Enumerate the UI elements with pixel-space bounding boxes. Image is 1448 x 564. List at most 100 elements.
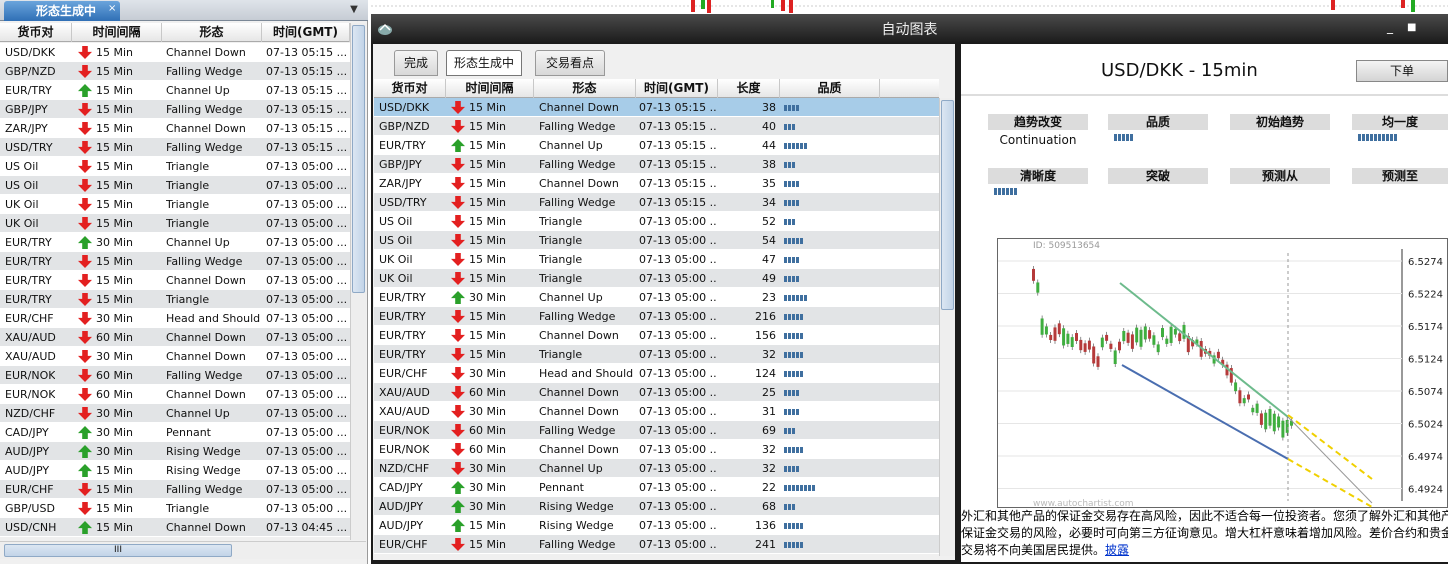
col-header-interval[interactable]: 时间间隔 xyxy=(72,23,162,42)
table-row[interactable]: EUR/TRY 15 Min Falling Wedge 07-13 05:00… xyxy=(374,307,939,326)
table-row[interactable]: AUD/JPY 30 Min Rising Wedge 07-13 05:00 … xyxy=(374,497,939,516)
table-row[interactable]: XAU/AUD 30 Min Channel Down 07-13 05:00 … xyxy=(374,402,939,421)
interval-cell: 60 Min xyxy=(96,331,134,344)
table-row[interactable]: NZD/CHF 30 Min Channel Up 07-13 05:00 ..… xyxy=(0,404,350,423)
col-header-time[interactable]: 时间(GMT) xyxy=(262,23,350,42)
chevron-down-icon[interactable]: ▼ xyxy=(346,2,362,18)
table-row[interactable]: GBP/JPY 15 Min Falling Wedge 07-13 05:15… xyxy=(374,155,939,174)
price-tick-label: 6.5124 xyxy=(1408,355,1443,366)
disclosure-link[interactable]: 披露 xyxy=(1105,543,1129,557)
time-cell: 07-13 05:00 ... xyxy=(639,272,717,285)
table-row[interactable]: EUR/NOK 60 Min Falling Wedge 07-13 05:00… xyxy=(374,421,939,440)
window-titlebar[interactable]: 自动图表 _ ■ xyxy=(371,14,1448,44)
table-row[interactable]: US Oil 15 Min Triangle 07-13 05:00 ... 5… xyxy=(374,212,939,231)
restore-button[interactable]: ■ xyxy=(1407,22,1416,33)
table-row[interactable]: GBP/JPY 15 Min Falling Wedge 07-13 05:15… xyxy=(0,100,350,119)
table-row[interactable]: EUR/CHF 30 Min Head and Should... 07-13 … xyxy=(0,309,350,328)
interval-cell: 15 Min xyxy=(96,293,134,306)
table-row[interactable]: ZAR/JPY 15 Min Channel Down 07-13 05:15 … xyxy=(0,119,350,138)
table-row[interactable]: EUR/NOK 60 Min Falling Wedge 07-13 05:00… xyxy=(0,366,350,385)
table-row[interactable]: UK Oil 15 Min Triangle 07-13 05:00 ... xyxy=(0,195,350,214)
left-table-body: USD/DKK 15 Min Channel Down 07-13 05:15 … xyxy=(0,43,350,539)
quality-bars xyxy=(784,504,796,510)
table-row[interactable]: EUR/TRY 15 Min Channel Up 07-13 05:15 ..… xyxy=(374,136,939,155)
interval-cell: 15 Min xyxy=(96,502,134,515)
scroll-thumb[interactable] xyxy=(941,100,954,310)
table-row[interactable]: EUR/NOK 60 Min Channel Down 07-13 05:00 … xyxy=(374,440,939,459)
tab-completed[interactable]: 完成 xyxy=(394,50,438,76)
tab-forming-patterns[interactable]: 形态生成中 xyxy=(4,1,120,21)
col-header-length[interactable]: 长度 xyxy=(718,79,780,98)
tab-forming[interactable]: 形态生成中 xyxy=(446,50,522,76)
table-row[interactable]: CAD/JPY 30 Min Pennant 07-13 05:00 ... xyxy=(0,423,350,442)
col-header-pattern[interactable]: 形态 xyxy=(534,79,636,98)
table-row[interactable]: EUR/CHF 15 Min Falling Wedge 07-13 05:00… xyxy=(374,535,939,554)
table-row[interactable]: GBP/NZD 15 Min Falling Wedge 07-13 05:15… xyxy=(374,117,939,136)
table-row[interactable]: EUR/TRY 15 Min Channel Up 07-13 05:15 ..… xyxy=(0,81,350,100)
mid-vertical-scrollbar[interactable] xyxy=(939,98,955,556)
table-row[interactable]: AUD/JPY 15 Min Rising Wedge 07-13 05:00 … xyxy=(0,461,350,480)
left-horizontal-scrollbar[interactable]: III xyxy=(0,541,366,559)
col-header-interval[interactable]: 时间间隔 xyxy=(446,79,534,98)
table-row[interactable]: US Oil 15 Min Triangle 07-13 05:00 ... 5… xyxy=(374,231,939,250)
pattern-cell: Triangle xyxy=(539,215,583,228)
col-header-quality[interactable]: 品质 xyxy=(780,79,880,98)
close-icon[interactable]: × xyxy=(108,3,116,14)
table-row[interactable]: EUR/TRY 15 Min Triangle 07-13 05:00 ... … xyxy=(374,345,939,364)
arrow-down-icon xyxy=(78,103,92,116)
quality-bars xyxy=(784,105,800,111)
col-header-time[interactable]: 时间(GMT) xyxy=(636,79,718,98)
table-row[interactable]: US Oil 15 Min Triangle 07-13 05:00 ... xyxy=(0,157,350,176)
table-row[interactable]: USD/DKK 15 Min Channel Down 07-13 05:15 … xyxy=(0,43,350,62)
table-row[interactable]: EUR/TRY 15 Min Triangle 07-13 05:00 ... xyxy=(0,290,350,309)
table-row[interactable]: XAU/AUD 60 Min Channel Down 07-13 05:00 … xyxy=(374,383,939,402)
projection-line xyxy=(1287,416,1373,504)
table-row[interactable]: GBP/NZD 15 Min Falling Wedge 07-13 05:15… xyxy=(0,62,350,81)
table-row[interactable]: USD/DKK 15 Min Channel Down 07-13 05:15 … xyxy=(374,98,939,117)
left-vertical-scrollbar[interactable] xyxy=(350,23,366,540)
chart-canvas: 6.5274 6.5224 6.5174 6.5124 6.5074 6.5024 6.49… xyxy=(998,249,1443,508)
table-row[interactable]: UK Oil 15 Min Triangle 07-13 05:00 ... 4… xyxy=(374,269,939,288)
tab-trading-opportunities[interactable]: 交易看点 xyxy=(535,50,605,76)
table-row[interactable]: XAU/AUD 60 Min Channel Down 07-13 05:00 … xyxy=(0,328,350,347)
arrow-down-icon xyxy=(451,405,465,418)
arrow-down-icon xyxy=(451,196,465,209)
table-row[interactable]: XAU/AUD 30 Min Channel Down 07-13 05:00 … xyxy=(0,347,350,366)
price-tick-label: 6.4974 xyxy=(1408,452,1443,463)
place-order-button[interactable]: 下单 xyxy=(1356,60,1448,82)
table-row[interactable]: EUR/TRY 30 Min Channel Up 07-13 05:00 ..… xyxy=(0,233,350,252)
col-header-pair[interactable]: 货币对 xyxy=(0,23,72,42)
length-cell: 68 xyxy=(762,500,776,513)
col-header-pair[interactable]: 货币对 xyxy=(374,79,446,98)
pair-cell: EUR/TRY xyxy=(379,348,426,361)
table-row[interactable]: EUR/TRY 15 Min Falling Wedge 07-13 05:00… xyxy=(0,252,350,271)
table-row[interactable]: AUD/JPY 30 Min Rising Wedge 07-13 05:00 … xyxy=(0,442,350,461)
quality-bars xyxy=(784,466,800,472)
table-row[interactable]: EUR/CHF 15 Min Falling Wedge 07-13 05:00… xyxy=(0,480,350,499)
table-row[interactable]: NZD/CHF 30 Min Channel Up 07-13 05:00 ..… xyxy=(374,459,939,478)
candle-body xyxy=(1049,334,1053,341)
table-row[interactable]: EUR/TRY 15 Min Channel Down 07-13 05:00 … xyxy=(374,326,939,345)
table-row[interactable]: EUR/NOK 60 Min Channel Down 07-13 05:00 … xyxy=(0,385,350,404)
table-row[interactable]: EUR/TRY 15 Min Channel Down 07-13 05:00 … xyxy=(0,271,350,290)
table-row[interactable]: EUR/CHF 30 Min Head and Should... 07-13 … xyxy=(374,364,939,383)
table-row[interactable]: ZAR/JPY 15 Min Channel Down 07-13 05:15 … xyxy=(374,174,939,193)
table-row[interactable]: GBP/USD 15 Min Triangle 07-13 05:00 ... xyxy=(0,499,350,518)
candle-body xyxy=(1234,382,1238,392)
stat-label: 初始趋势 xyxy=(1230,114,1330,130)
table-row[interactable]: USD/TRY 15 Min Falling Wedge 07-13 05:15… xyxy=(0,138,350,157)
time-cell: 07-13 05:00 ... xyxy=(266,255,348,268)
col-header-pattern[interactable]: 形态 xyxy=(162,23,262,42)
table-row[interactable]: USD/TRY 15 Min Falling Wedge 07-13 05:15… xyxy=(374,193,939,212)
table-row[interactable]: USD/CNH 15 Min Channel Down 07-13 04:45 … xyxy=(0,518,350,537)
candle-body xyxy=(1036,282,1040,293)
table-row[interactable]: UK Oil 15 Min Triangle 07-13 05:00 ... xyxy=(0,214,350,233)
hscroll-thumb[interactable]: III xyxy=(4,544,232,557)
minimize-button[interactable]: _ xyxy=(1387,20,1393,34)
table-row[interactable]: UK Oil 15 Min Triangle 07-13 05:00 ... 4… xyxy=(374,250,939,269)
scroll-thumb[interactable] xyxy=(352,25,365,293)
table-row[interactable]: CAD/JPY 30 Min Pennant 07-13 05:00 ... 2… xyxy=(374,478,939,497)
table-row[interactable]: AUD/JPY 15 Min Rising Wedge 07-13 05:00 … xyxy=(374,516,939,535)
table-row[interactable]: EUR/TRY 30 Min Channel Up 07-13 05:00 ..… xyxy=(374,288,939,307)
table-row[interactable]: US Oil 15 Min Triangle 07-13 05:00 ... xyxy=(0,176,350,195)
